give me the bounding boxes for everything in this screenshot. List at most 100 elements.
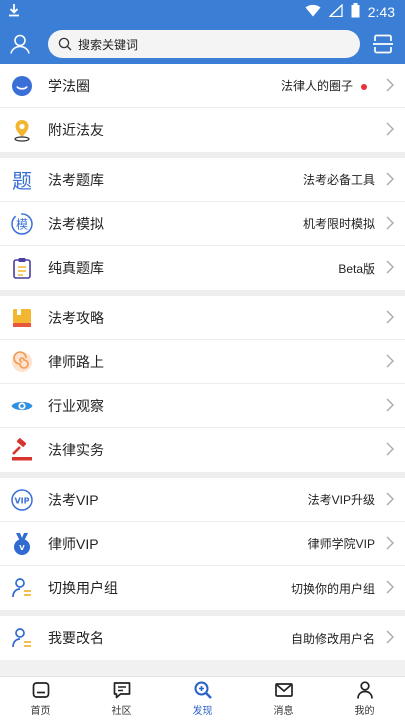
chevron-right-icon — [386, 216, 394, 230]
group-articles: 法考攻略 律师路上 行业观察 法律实务 — [0, 296, 405, 472]
eye-icon — [10, 394, 34, 418]
tab-home[interactable]: 首页 — [0, 677, 81, 720]
row-subtitle: 律师学院VIP — [307, 537, 375, 551]
row-exam-guide[interactable]: 法考攻略 — [0, 296, 405, 340]
search-placeholder: 搜索关键词 — [78, 37, 139, 52]
top-bar: 搜索关键词 — [0, 24, 405, 64]
row-label: 律师路上 — [48, 353, 104, 370]
svg-text:VIP: VIP — [14, 496, 29, 505]
row-label: 切换用户组 — [48, 580, 118, 596]
row-label: 法考模拟 — [48, 215, 104, 232]
row-label: 附近法友 — [48, 122, 104, 138]
row-rename[interactable]: 我要改名 自助修改用户名 — [0, 616, 405, 660]
unread-dot — [361, 84, 367, 90]
home-icon — [32, 682, 49, 698]
row-subtitle: 法考VIP升级 — [307, 493, 375, 507]
vip-badge-icon: VIP — [10, 488, 34, 512]
tab-discover[interactable]: 发现 — [162, 677, 243, 720]
svg-text:题: 题 — [12, 169, 32, 192]
wifi-icon — [305, 4, 321, 21]
chevron-right-icon — [386, 122, 394, 136]
row-subtitle: 机考限时模拟 — [302, 217, 375, 231]
row-label: 我要改名 — [48, 630, 104, 646]
chevron-right-icon — [386, 260, 394, 274]
row-label: 学法圈 — [48, 77, 90, 94]
tab-community[interactable]: 社区 — [81, 677, 162, 720]
tab-mine[interactable]: 我的 — [324, 677, 405, 720]
scan-button[interactable] — [369, 30, 397, 58]
circle-smile-icon — [10, 74, 34, 98]
scan-icon — [373, 34, 393, 54]
row-subtitle: 切换你的用户组 — [290, 581, 375, 596]
medal-icon: V — [10, 532, 34, 556]
row-label: 法考VIP — [48, 491, 99, 508]
book-icon — [10, 306, 34, 330]
row-exam-vip[interactable]: VIP 法考VIP 法考VIP升级 — [0, 478, 405, 522]
row-study-circle[interactable]: 学法圈 法律人的圈子 — [0, 64, 405, 108]
question-icon: 题 — [10, 168, 34, 192]
row-label: 法考攻略 — [48, 309, 104, 326]
search-input[interactable]: 搜索关键词 — [48, 30, 360, 58]
row-label: 纯真题库 — [48, 260, 104, 276]
chevron-right-icon — [386, 78, 394, 92]
row-label: 法考题库 — [48, 171, 104, 188]
location-pin-icon — [10, 118, 34, 142]
battery-icon — [351, 2, 360, 22]
clock: 2:43 — [367, 4, 395, 20]
row-industry-watch[interactable]: 行业观察 — [0, 384, 405, 428]
chevron-right-icon — [386, 442, 394, 456]
row-label: 法律实务 — [48, 442, 104, 458]
chat-icon — [113, 682, 130, 699]
tab-label: 社区 — [111, 706, 132, 717]
row-subtitle: 自助修改用户名 — [290, 631, 375, 646]
tab-label: 我的 — [354, 706, 375, 717]
download-icon — [8, 3, 20, 21]
tab-label: 首页 — [30, 706, 51, 717]
profile-button[interactable] — [0, 24, 40, 64]
group-social: 学法圈 法律人的圈子 附近法友 — [0, 64, 405, 152]
row-subtitle: 法律人的圈子 — [280, 79, 353, 93]
clipboard-icon — [10, 256, 34, 280]
chevron-right-icon — [386, 580, 394, 594]
bottom-tab-bar: 首页 社区 发现 消息 我的 — [0, 676, 405, 720]
row-subtitle: Beta版 — [338, 261, 375, 276]
row-label: 律师VIP — [48, 535, 99, 552]
search-icon — [58, 37, 72, 51]
person-icon — [356, 681, 373, 699]
feature-list: 学法圈 法律人的圈子 附近法友 题 法考题库 法考必备工具 模 法考模拟 机考限… — [0, 64, 405, 660]
chevron-right-icon — [386, 398, 394, 412]
chevron-right-icon — [386, 354, 394, 368]
row-legal-practice[interactable]: 法律实务 — [0, 428, 405, 472]
chevron-right-icon — [386, 492, 394, 506]
gavel-icon — [10, 438, 34, 462]
user-icon — [10, 34, 30, 54]
row-switch-group[interactable]: 切换用户组 切换你的用户组 — [0, 566, 405, 610]
chevron-right-icon — [386, 172, 394, 186]
svg-text:V: V — [19, 544, 25, 552]
discover-icon — [194, 681, 212, 699]
row-lawyer-road[interactable]: 律师路上 — [0, 340, 405, 384]
group-exam: 题 法考题库 法考必备工具 模 法考模拟 机考限时模拟 纯真题库 Beta版 — [0, 158, 405, 290]
group-account: 我要改名 自助修改用户名 — [0, 616, 405, 660]
svg-text:模: 模 — [16, 217, 28, 231]
row-exam-mock[interactable]: 模 法考模拟 机考限时模拟 — [0, 202, 405, 246]
chevron-right-icon — [386, 310, 394, 324]
mock-exam-icon: 模 — [10, 212, 34, 236]
chevron-right-icon — [386, 630, 394, 644]
row-label: 行业观察 — [48, 397, 104, 414]
row-real-questions[interactable]: 纯真题库 Beta版 — [0, 246, 405, 290]
row-exam-bank[interactable]: 题 法考题库 法考必备工具 — [0, 158, 405, 202]
tab-label: 发现 — [192, 706, 213, 717]
row-nearby-friends[interactable]: 附近法友 — [0, 108, 405, 152]
spiral-icon — [10, 350, 34, 374]
signal-icon — [328, 2, 343, 21]
status-bar: 2:43 — [0, 0, 405, 24]
tab-label: 消息 — [273, 706, 294, 717]
user-switch-icon — [10, 576, 34, 600]
group-vip: VIP 法考VIP 法考VIP升级 V 律师VIP 律师学院VIP 切换用户组 … — [0, 478, 405, 610]
chevron-right-icon — [386, 536, 394, 550]
user-edit-icon — [10, 626, 34, 650]
tab-messages[interactable]: 消息 — [243, 677, 324, 720]
row-lawyer-vip[interactable]: V 律师VIP 律师学院VIP — [0, 522, 405, 566]
row-subtitle: 法考必备工具 — [302, 173, 375, 187]
